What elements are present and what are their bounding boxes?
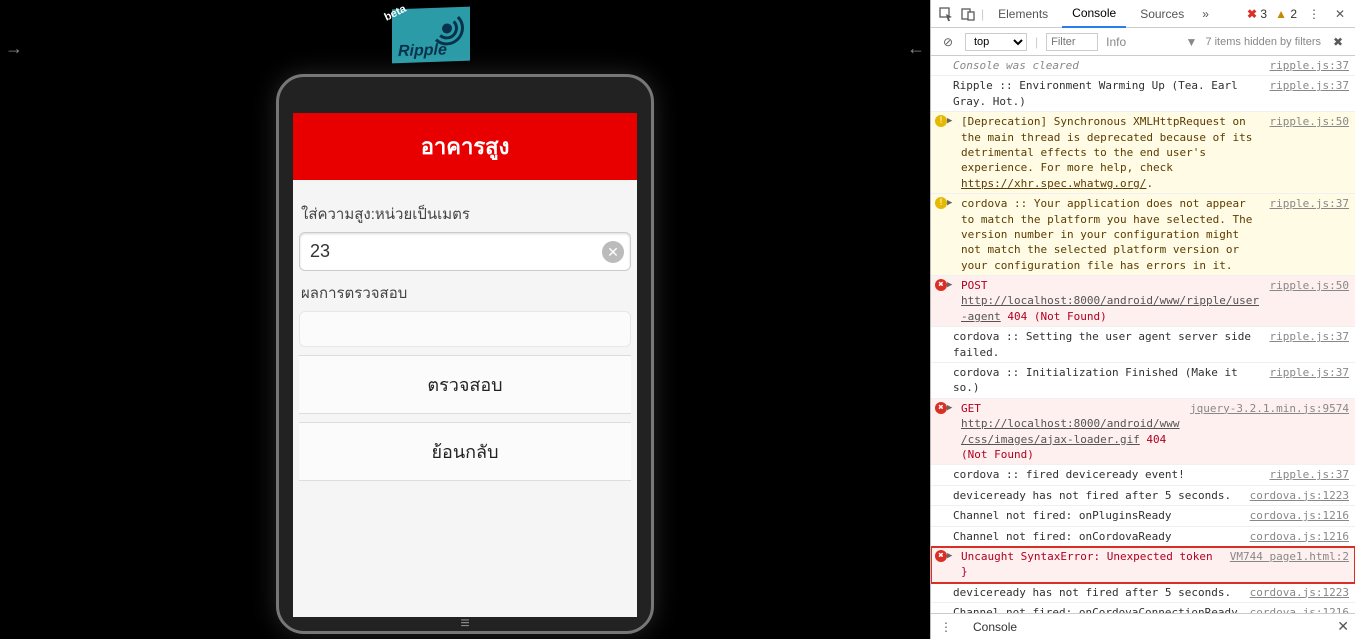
log-message: deviceready has not fired after 5 second… — [953, 488, 1242, 503]
log-source-link[interactable]: ripple.js:37 — [1270, 365, 1349, 396]
log-source-link[interactable]: ripple.js:50 — [1270, 278, 1349, 324]
hidden-items-label: 7 items hidden by filters — [1205, 36, 1321, 48]
height-input-wrap[interactable]: ✕ — [299, 232, 631, 271]
result-output — [299, 311, 631, 347]
ripple-emulator-pane: → ← beta Ripple อาคารสูง ใส่ความสูง:หน่ว… — [0, 0, 930, 639]
warning-icon: ! — [935, 197, 947, 209]
console-log-row[interactable]: cordova :: Initialization Finished (Make… — [931, 363, 1355, 399]
log-source-link[interactable]: jquery-3.2.1.min.js:9574 — [1190, 401, 1349, 463]
ripple-logo-text: Ripple — [398, 41, 447, 61]
tabs-overflow[interactable]: » — [1202, 7, 1209, 21]
log-message: [Deprecation] Synchronous XMLHttpRequest… — [961, 114, 1262, 191]
log-message: deviceready has not fired after 5 second… — [953, 585, 1242, 600]
console-filter-bar: ⊘ top | Info ▼ 7 items hidden by filters… — [931, 28, 1355, 56]
clear-input-icon[interactable]: ✕ — [602, 241, 624, 263]
log-message: Console was cleared — [953, 58, 1262, 73]
expand-icon[interactable]: ▶ — [947, 402, 952, 415]
devtools-panel: | Elements Console Sources » ✖ 3 ▲ 2 ⋮ ✕… — [930, 0, 1355, 639]
log-source-link[interactable]: cordova.js:1216 — [1250, 508, 1349, 523]
device-toolbar-icon[interactable] — [959, 5, 977, 23]
console-log-list[interactable]: Console was clearedripple.js:37Ripple ::… — [931, 56, 1355, 613]
log-source-link[interactable]: cordova.js:1223 — [1250, 488, 1349, 503]
error-icon: ✖ — [935, 550, 947, 562]
devtools-close-icon[interactable]: ✕ — [1331, 5, 1349, 23]
console-log-row[interactable]: ✖▶ GET http://localhost:8000/android/www/… — [931, 399, 1355, 466]
funnel-icon[interactable]: ▼ — [1186, 35, 1198, 49]
back-button[interactable]: ย้อนกลับ — [299, 422, 631, 481]
tab-console[interactable]: Console — [1062, 0, 1126, 28]
log-message: POST http://localhost:8000/android/www/r… — [961, 278, 1262, 324]
error-count-badge[interactable]: ✖ 3 — [1247, 7, 1267, 21]
console-log-row[interactable]: Ripple :: Environment Warming Up (Tea. E… — [931, 76, 1355, 112]
console-log-row[interactable]: cordova :: Setting the user agent server… — [931, 327, 1355, 363]
expand-icon[interactable]: ▶ — [947, 197, 952, 210]
ripple-logo: beta Ripple — [392, 7, 470, 64]
device-screen: อาคารสูง ใส่ความสูง:หน่วยเป็นเมตร ✕ ผลกา… — [293, 113, 637, 617]
device-frame: อาคารสูง ใส่ความสูง:หน่วยเป็นเมตร ✕ ผลกา… — [276, 74, 654, 634]
log-level-select[interactable]: Info — [1106, 35, 1126, 49]
check-button[interactable]: ตรวจสอบ — [299, 355, 631, 414]
tab-sources[interactable]: Sources — [1130, 1, 1194, 27]
console-log-row[interactable]: Channel not fired: onPluginsReady cordova… — [931, 506, 1355, 526]
log-message: Channel not fired: onPluginsReady — [953, 508, 1242, 523]
log-message: Channel not fired: onCordovaReady — [953, 529, 1242, 544]
log-message: Uncaught SyntaxError: Unexpected token } — [961, 549, 1222, 580]
clear-console-icon[interactable]: ⊘ — [939, 33, 957, 51]
console-log-row[interactable]: deviceready has not fired after 5 second… — [931, 486, 1355, 506]
error-icon: ✖ — [935, 402, 947, 414]
log-source-link[interactable]: cordova.js:1216 — [1250, 529, 1349, 544]
console-log-row[interactable]: Channel not fired: onCordovaConnectionRe… — [931, 603, 1355, 613]
expand-icon[interactable]: ▶ — [947, 550, 952, 563]
log-source-link[interactable]: ripple.js:37 — [1270, 467, 1349, 482]
height-input[interactable] — [310, 241, 594, 262]
context-select[interactable]: top — [965, 33, 1027, 51]
log-source-link[interactable]: cordova.js:1223 — [1250, 585, 1349, 600]
console-log-row[interactable]: !▶ [Deprecation] Synchronous XMLHttpReque… — [931, 112, 1355, 194]
console-log-row[interactable]: Channel not fired: onCordovaReady cordova… — [931, 527, 1355, 547]
log-source-link[interactable]: VM744 page1.html:2 — [1230, 549, 1349, 580]
console-log-row[interactable]: ✖▶ POST http://localhost:8000/android/www… — [931, 276, 1355, 327]
warning-icon: ! — [935, 115, 947, 127]
console-log-row[interactable]: cordova :: fired deviceready event! rippl… — [931, 465, 1355, 485]
log-message: Channel not fired: onCordovaConnectionRe… — [953, 605, 1242, 613]
devtools-menu-icon[interactable]: ⋮ — [1305, 5, 1323, 23]
console-log-row[interactable]: Console was cleared ripple.js:37 — [931, 56, 1355, 76]
log-message: cordova :: fired deviceready event! — [953, 467, 1262, 482]
drawer-tab-console[interactable]: Console — [965, 615, 1025, 638]
app-header-title: อาคารสูง — [293, 113, 637, 180]
console-log-row[interactable]: !▶ cordova :: Your application does not a… — [931, 194, 1355, 276]
panel-expand-right[interactable]: ← — [907, 38, 925, 59]
devtools-tab-bar: | Elements Console Sources » ✖ 3 ▲ 2 ⋮ ✕ — [931, 0, 1355, 28]
result-label: ผลการตรวจสอบ — [301, 281, 629, 305]
log-source-link[interactable]: ripple.js:37 — [1270, 78, 1349, 109]
console-log-row[interactable]: ✖▶ Uncaught SyntaxError: Unexpected token… — [931, 547, 1355, 583]
filter-input[interactable] — [1046, 33, 1098, 51]
console-log-row[interactable]: deviceready has not fired after 5 second… — [931, 583, 1355, 603]
log-source-link[interactable]: ripple.js:50 — [1270, 114, 1349, 191]
drawer-close-icon[interactable]: ✕ — [1337, 618, 1349, 635]
log-message: Ripple :: Environment Warming Up (Tea. E… — [953, 78, 1262, 109]
expand-icon[interactable]: ▶ — [947, 115, 952, 128]
taskbar-menu-icon[interactable]: ≡ — [460, 615, 469, 633]
log-source-link[interactable]: ripple.js:37 — [1270, 196, 1349, 273]
log-source-link[interactable]: cordova.js:1216 — [1250, 605, 1349, 613]
drawer-menu-icon[interactable]: ⋮ — [937, 618, 955, 636]
expand-icon[interactable]: ▶ — [947, 279, 952, 292]
log-source-link[interactable]: ripple.js:37 — [1270, 329, 1349, 360]
panel-expand-left[interactable]: → — [5, 38, 23, 59]
ripple-wave-icon — [430, 11, 464, 46]
log-message: cordova :: Setting the user agent server… — [953, 329, 1262, 360]
inspect-element-icon[interactable] — [937, 5, 955, 23]
warning-count-badge[interactable]: ▲ 2 — [1275, 7, 1297, 21]
beta-badge: beta — [383, 3, 409, 24]
error-icon: ✖ — [935, 279, 947, 291]
log-message: cordova :: Your application does not app… — [961, 196, 1262, 273]
log-message: cordova :: Initialization Finished (Make… — [953, 365, 1262, 396]
devtools-drawer: ⋮ Console ✕ — [931, 613, 1355, 639]
tab-elements[interactable]: Elements — [988, 1, 1058, 27]
log-message: GET http://localhost:8000/android/www/cs… — [961, 401, 1182, 463]
console-settings-icon[interactable]: ✖ — [1329, 33, 1347, 51]
log-source-link[interactable]: ripple.js:37 — [1270, 58, 1349, 73]
height-label: ใส่ความสูง:หน่วยเป็นเมตร — [301, 202, 629, 226]
